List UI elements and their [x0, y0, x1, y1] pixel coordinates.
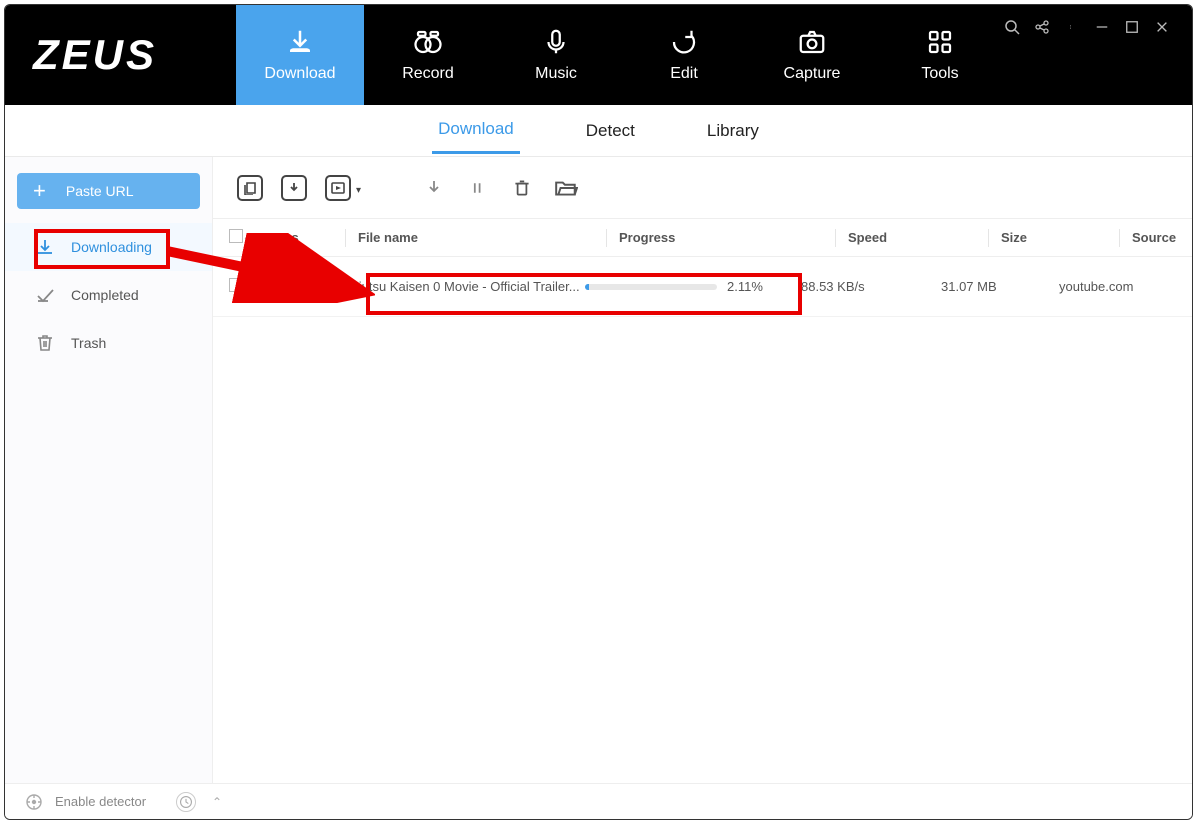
nav-tools[interactable]: Tools	[876, 5, 1004, 105]
col-size[interactable]: Size	[1001, 230, 1119, 245]
music-icon	[541, 27, 571, 57]
nav-capture[interactable]: Capture	[748, 5, 876, 105]
record-icon	[413, 27, 443, 57]
chevron-down-icon: ▾	[356, 185, 361, 196]
subnav-detect[interactable]: Detect	[580, 109, 641, 153]
download-single-icon[interactable]	[281, 175, 307, 201]
col-progress[interactable]: Progress	[619, 230, 835, 245]
progress-bar	[585, 284, 717, 290]
schedule-icon[interactable]	[176, 792, 196, 812]
top-bar: ZEUS Download Record Music	[5, 5, 1192, 105]
sidebar: + Paste URL Downloading Completed Tras	[5, 157, 213, 783]
pause-icon[interactable]	[465, 175, 491, 201]
select-all-checkbox[interactable]	[229, 229, 243, 243]
batch-download-icon[interactable]	[237, 175, 263, 201]
tools-icon	[925, 27, 955, 57]
capture-icon	[797, 27, 827, 57]
nav-music[interactable]: Music	[492, 5, 620, 105]
sub-nav: Download Detect Library	[5, 105, 1192, 157]
search-icon[interactable]	[1004, 19, 1020, 35]
chevron-down-icon[interactable]: ▾	[245, 235, 250, 245]
nav-download[interactable]: Download	[236, 5, 364, 105]
sidebar-item-label: Completed	[71, 287, 139, 303]
col-status[interactable]: Status	[255, 230, 345, 245]
progress-percent: 2.11%	[727, 279, 763, 294]
resume-icon[interactable]	[421, 175, 447, 201]
status-bar: Enable detector ⌃	[5, 783, 1192, 819]
subnav-library[interactable]: Library	[701, 109, 765, 153]
progress-fill	[585, 284, 589, 290]
downloading-icon	[35, 237, 55, 257]
speed-cell: 88.53 KB/s	[801, 279, 941, 294]
minimize-icon[interactable]	[1094, 19, 1110, 35]
primary-nav: Download Record Music Edit	[236, 5, 1004, 105]
nav-label: Edit	[670, 65, 698, 83]
edit-icon	[669, 27, 699, 57]
content-area: + Paste URL Downloading Completed Tras	[5, 157, 1192, 783]
detector-icon[interactable]	[25, 793, 43, 811]
sidebar-item-label: Trash	[71, 335, 106, 351]
status-cell	[255, 273, 345, 300]
nav-label: Tools	[921, 65, 958, 83]
nav-label: Capture	[784, 65, 841, 83]
nav-label: Record	[402, 65, 454, 83]
completed-icon	[35, 285, 55, 305]
open-folder-icon[interactable]	[553, 175, 579, 201]
col-source[interactable]: Source	[1132, 230, 1192, 245]
download-icon	[285, 27, 315, 57]
paste-url-label: Paste URL	[66, 183, 134, 199]
col-speed[interactable]: Speed	[848, 230, 988, 245]
progress-cell: 2.11%	[585, 279, 801, 294]
menu-icon[interactable]	[1064, 19, 1080, 35]
table-row[interactable]: Jujutsu Kaisen 0 Movie - Official Traile…	[213, 257, 1192, 317]
size-cell: 31.07 MB	[941, 279, 1059, 294]
source-cell: youtube.com	[1059, 279, 1192, 294]
detector-label[interactable]: Enable detector	[55, 794, 146, 809]
paste-url-button[interactable]: + Paste URL	[17, 173, 200, 209]
filename-cell: Jujutsu Kaisen 0 Movie - Official Traile…	[345, 279, 585, 294]
main-panel: ▾ ▾ Status File name Progress Speed Size	[213, 157, 1192, 783]
nav-label: Music	[535, 65, 577, 83]
sidebar-item-trash[interactable]: Trash	[5, 319, 212, 367]
nav-edit[interactable]: Edit	[620, 5, 748, 105]
chevron-up-icon[interactable]: ⌃	[208, 793, 226, 811]
nav-label: Download	[264, 65, 335, 83]
toolbar: ▾	[213, 157, 1192, 219]
app-logo: ZEUS	[5, 5, 236, 105]
sidebar-item-completed[interactable]: Completed	[5, 271, 212, 319]
sidebar-item-downloading[interactable]: Downloading	[5, 223, 212, 271]
table-header: ▾ Status File name Progress Speed Size S…	[213, 219, 1192, 257]
trash-icon	[35, 333, 55, 353]
delete-icon[interactable]	[509, 175, 535, 201]
maximize-icon[interactable]	[1124, 19, 1140, 35]
sidebar-item-label: Downloading	[71, 239, 152, 255]
video-options-icon[interactable]: ▾	[325, 175, 351, 201]
window-controls	[1004, 5, 1192, 105]
col-filename[interactable]: File name	[358, 230, 606, 245]
share-icon[interactable]	[1034, 19, 1050, 35]
subnav-download[interactable]: Download	[432, 107, 520, 154]
close-icon[interactable]	[1154, 19, 1170, 35]
row-checkbox[interactable]	[229, 278, 243, 292]
nav-record[interactable]: Record	[364, 5, 492, 105]
plus-icon: +	[33, 178, 46, 204]
